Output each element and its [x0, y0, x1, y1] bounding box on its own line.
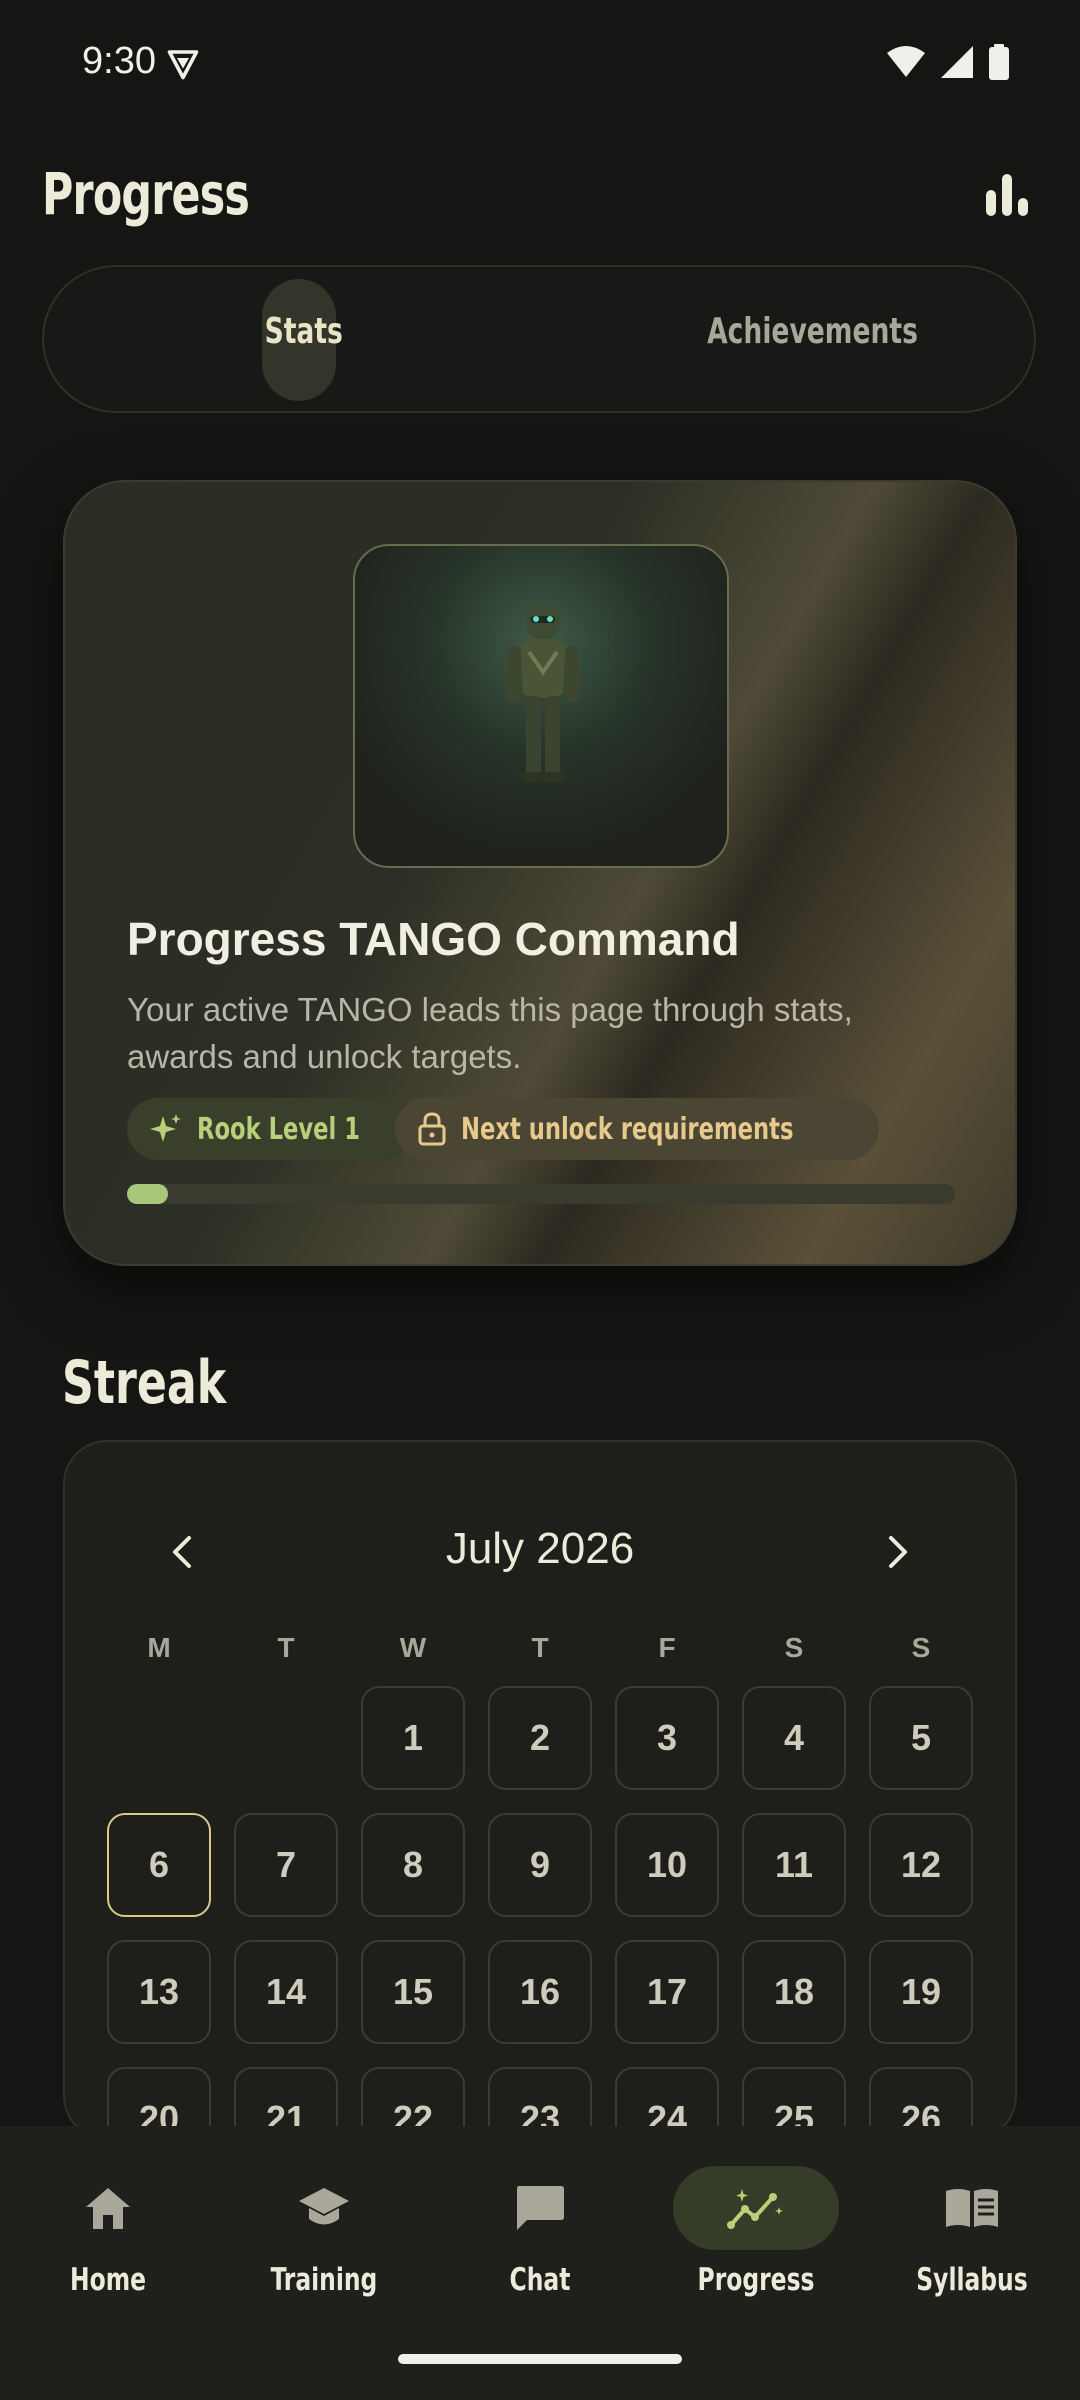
weekday-label: W	[399, 1632, 427, 1663]
sparkle-icon	[150, 1114, 181, 1142]
level-progress-fill	[127, 1184, 169, 1204]
nav-active-indicator	[673, 2166, 839, 2250]
calendar-day[interactable]: 12	[869, 1813, 973, 1917]
nav-training[interactable]: Training	[224, 2166, 424, 2298]
chevron-right-icon[interactable]	[867, 1522, 927, 1582]
lock-icon	[418, 1112, 446, 1146]
next-unlock-chip[interactable]: Next unlock requirements	[395, 1098, 879, 1160]
home-icon	[86, 2188, 130, 2229]
calendar-day-today[interactable]: 6	[107, 1813, 211, 1917]
weekday-label: T	[531, 1632, 549, 1663]
weekday-label: M	[147, 1632, 171, 1663]
calendar-day[interactable]: 1	[361, 1686, 465, 1790]
calendar-day[interactable]: 2	[488, 1686, 592, 1790]
cell-signal-icon	[941, 46, 973, 78]
nav-home[interactable]: Home	[8, 2166, 208, 2298]
weekday-label: S	[911, 1632, 931, 1663]
calendar-day[interactable]: 16	[488, 1940, 592, 2044]
calendar-day[interactable]: 17	[615, 1940, 719, 2044]
calendar-day[interactable]: 18	[742, 1940, 846, 2044]
tab-achievements[interactable]: Achievements	[707, 311, 918, 352]
tango-robot-avatar	[507, 604, 579, 782]
calendar-day[interactable]: 8	[361, 1813, 465, 1917]
card-title: Progress TANGO Command	[127, 913, 740, 965]
wifi-icon	[887, 46, 925, 77]
calendar-day[interactable]: 14	[234, 1940, 338, 2044]
nav-home-label: Home	[69, 2262, 147, 2298]
tango-avatar-frame	[353, 544, 729, 868]
chat-icon	[517, 2186, 564, 2230]
book-icon	[946, 2189, 998, 2227]
progress-sparkline-icon	[727, 2189, 783, 2229]
calendar-day[interactable]: 5	[869, 1686, 973, 1790]
nav-training-label: Training	[270, 2262, 378, 2298]
nav-progress-label: Progress	[697, 2262, 815, 2298]
weekday-label: T	[277, 1632, 295, 1663]
calendar-day[interactable]: 10	[615, 1813, 719, 1917]
card-description: Your active TANGO leads this page throug…	[127, 991, 853, 1075]
nav-syllabus[interactable]: Syllabus	[872, 2166, 1072, 2298]
calendar-day[interactable]: 11	[742, 1813, 846, 1917]
weekday-label: F	[658, 1632, 676, 1663]
system-icons	[886, 44, 1010, 80]
level-progress-bar	[127, 1184, 955, 1204]
level-chip-label: Rook Level 1	[197, 1111, 360, 1147]
battery-icon	[989, 44, 1009, 80]
streak-calendar: July 2026 M T W T F S S 1 2 3 4 5 6 7 8 9 10 11 12 13 14 15 16…	[63, 1440, 1017, 2171]
graduation-cap-icon	[299, 2188, 349, 2225]
page-title: Progress	[42, 160, 250, 228]
vpn-shield-icon	[167, 50, 199, 80]
level-chip[interactable]: Rook Level 1	[127, 1098, 414, 1160]
weekday-label: S	[784, 1632, 804, 1663]
status-time: 9:30	[82, 40, 156, 82]
calendar-day[interactable]: 15	[361, 1940, 465, 2044]
calendar-day[interactable]: 13	[107, 1940, 211, 2044]
calendar-day[interactable]: 9	[488, 1813, 592, 1917]
nav-chat-label: Chat	[509, 2262, 571, 2298]
tab-switcher: Stats Achievements	[42, 265, 1036, 413]
nav-chat[interactable]: Chat	[440, 2166, 640, 2298]
status-bar: 9:30	[0, 0, 1080, 120]
next-unlock-label: Next unlock requirements	[461, 1111, 794, 1147]
home-indicator[interactable]	[398, 2354, 682, 2364]
calendar-day[interactable]: 4	[742, 1686, 846, 1790]
calendar-day[interactable]: 19	[869, 1940, 973, 2044]
bar-chart-icon[interactable]	[984, 172, 1030, 218]
streak-title: Streak	[62, 1348, 227, 1418]
tab-stats[interactable]: Stats	[265, 311, 343, 352]
tango-command-card: Progress TANGO Command Your active TANGO…	[63, 480, 1017, 1266]
nav-progress[interactable]: Progress	[656, 2166, 856, 2298]
nav-syllabus-label: Syllabus	[916, 2262, 1028, 2298]
calendar-day[interactable]: 7	[234, 1813, 338, 1917]
calendar-day[interactable]: 3	[615, 1686, 719, 1790]
